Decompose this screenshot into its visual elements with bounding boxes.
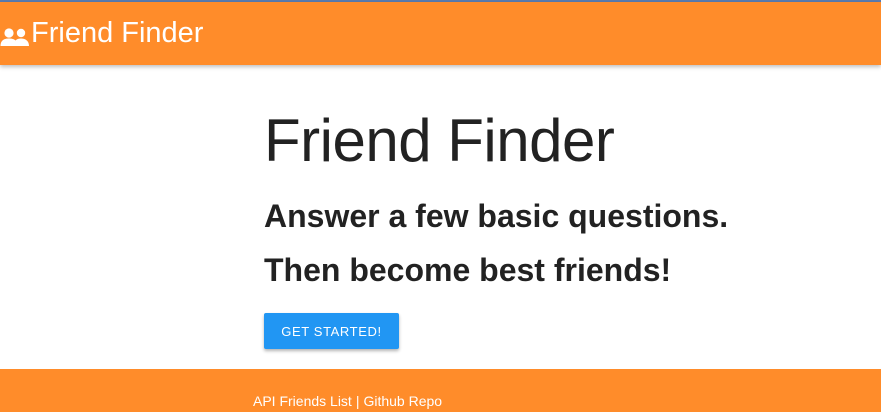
navbar: Friend Finder — [0, 2, 881, 65]
github-repo-link[interactable]: Github Repo — [363, 393, 442, 409]
page-title: Friend Finder — [264, 107, 615, 174]
get-started-button[interactable]: GET STARTED! — [264, 313, 399, 349]
footer: API Friends List | Github Repo — [0, 369, 881, 412]
footer-separator: | — [355, 393, 360, 409]
people-icon — [0, 24, 31, 46]
brand-link[interactable]: Friend Finder — [0, 19, 203, 48]
api-friends-list-link[interactable]: API Friends List — [253, 393, 352, 409]
footer-links: API Friends List | Github Repo — [253, 393, 442, 409]
brand-text: Friend Finder — [31, 17, 204, 49]
hero-section: Friend Finder Answer a few basic questio… — [264, 90, 864, 288]
hero-subtitle-1: Answer a few basic questions. — [264, 198, 729, 234]
hero-subtitle-2: Then become best friends! — [264, 252, 672, 288]
